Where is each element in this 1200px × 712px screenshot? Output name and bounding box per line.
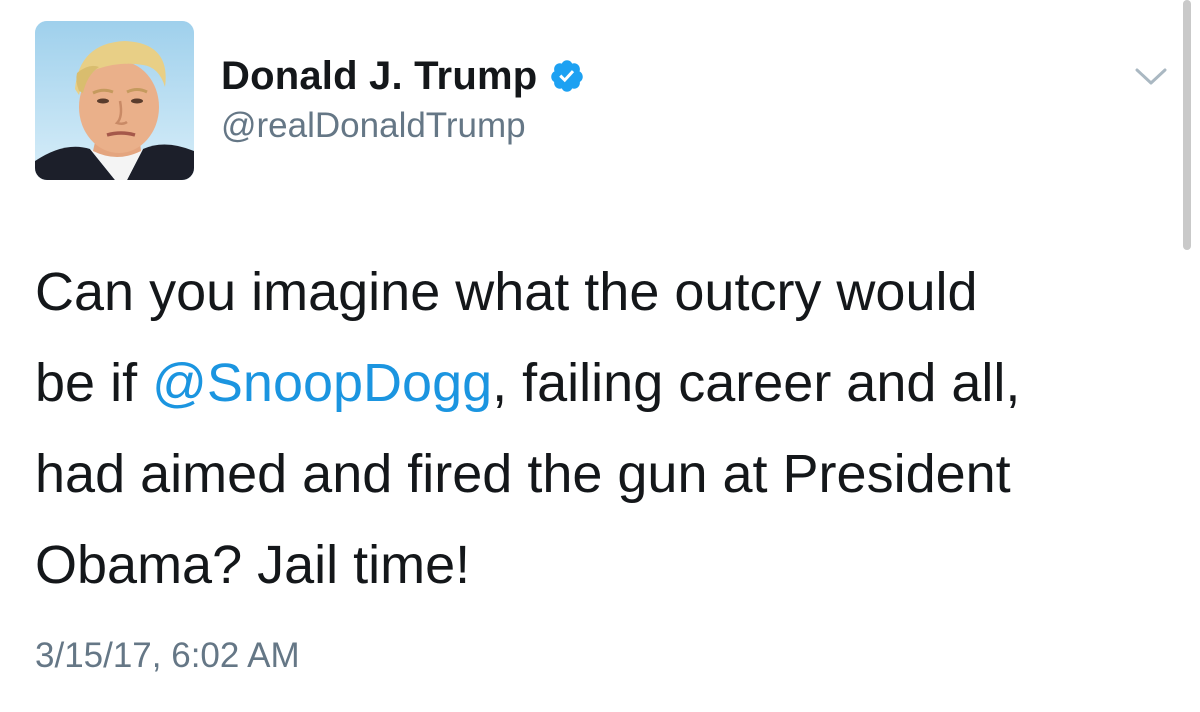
author-display-name[interactable]: Donald J. Trump xyxy=(221,54,537,99)
mention-link[interactable]: @SnoopDogg xyxy=(152,353,492,413)
tweet-card: Donald J. Trump @realDonaldTrump Can you… xyxy=(0,0,1200,712)
author-name-row: Donald J. Trump xyxy=(221,52,585,100)
tweet-text: Can you imagine what the outcry would be… xyxy=(35,247,1165,611)
tweet-menu-button[interactable] xyxy=(1133,62,1169,90)
avatar[interactable] xyxy=(35,21,194,180)
tweet-timestamp[interactable]: 3/15/17, 6:02 AM xyxy=(35,636,300,676)
verified-badge-icon xyxy=(549,58,585,94)
tweet-author: Donald J. Trump @realDonaldTrump xyxy=(221,52,585,146)
profile-photo xyxy=(35,21,194,180)
scrollbar[interactable] xyxy=(1183,0,1191,250)
author-handle[interactable]: @realDonaldTrump xyxy=(221,106,585,146)
chevron-down-icon xyxy=(1135,68,1167,85)
